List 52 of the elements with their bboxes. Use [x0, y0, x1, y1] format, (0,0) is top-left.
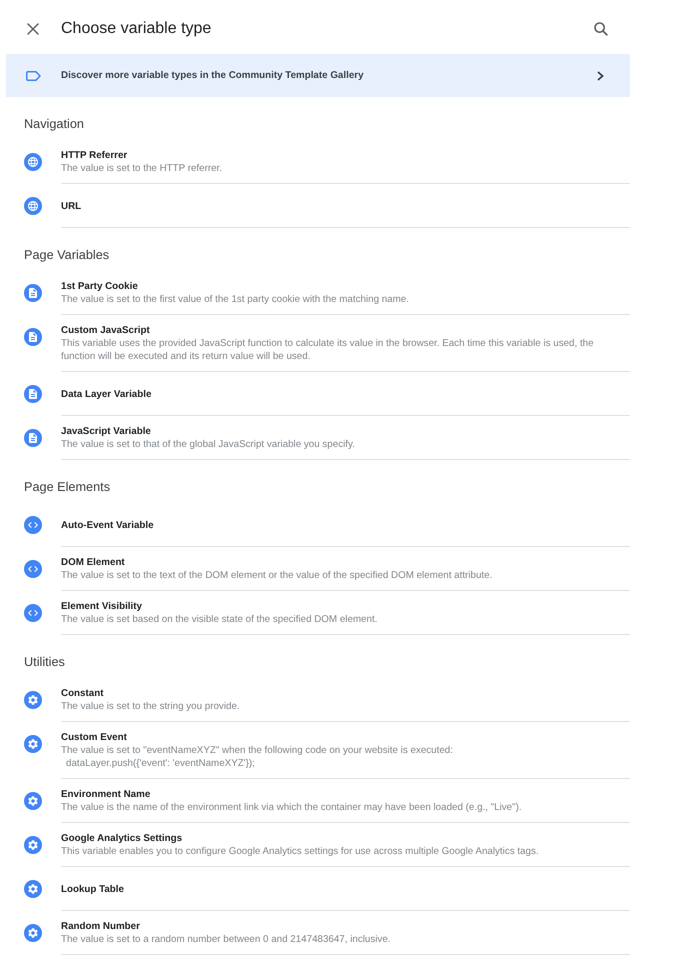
section-heading: Utilities	[24, 654, 66, 671]
variable-type-title[interactable]: Random Number	[61, 920, 140, 933]
variable-type-title[interactable]: Auto-Event Variable	[61, 518, 154, 532]
code-snippet: dataLayer.push({'event': 'eventNameXYZ'});	[65, 757, 255, 770]
section-heading: Page Elements	[24, 479, 112, 496]
variable-type-title[interactable]: HTTP Referrer	[61, 149, 128, 162]
gear-icon	[24, 836, 42, 854]
variable-type-title[interactable]: Constant	[61, 687, 104, 700]
variable-type-description: The value is set to the string you provide.	[61, 700, 240, 713]
variable-type-title[interactable]: Lookup Table	[61, 882, 124, 896]
chevron-right-icon	[597, 70, 604, 80]
label-icon	[26, 70, 41, 80]
variable-type-description: The value is set based on the visible state of the specified DOM element.	[61, 613, 378, 626]
variable-type-description: This variable enables you to configure Google Analytics settings for use across multiple Google Analytics tags.	[61, 845, 539, 858]
variable-type-title[interactable]: Element Visibility	[61, 600, 142, 613]
variable-type-description: The value is set to the HTTP referrer.	[61, 162, 222, 175]
variable-type-title[interactable]: Custom Event	[61, 731, 127, 744]
gear-icon	[24, 924, 42, 942]
dialog-title: Choose variable type	[61, 19, 212, 39]
gear-icon	[24, 735, 42, 753]
variable-type-description: The value is set to the text of the DOM element or the value of the specified DOM element attribute.	[61, 569, 492, 582]
variable-type-description: The value is set to "eventNameXYZ" when the following code on your website is executed:	[61, 744, 453, 757]
variable-type-title[interactable]: Data Layer Variable	[61, 388, 152, 400]
variable-type-description: The value is the name of the environment link via which the container may have been loaded (e.g., "Live").	[61, 801, 522, 814]
gear-icon	[24, 880, 42, 898]
variable-type-description: This variable uses the provided JavaScript function to calculate its value in the browser. Each time this variable is used, the function will be executed and its return value will be used.	[61, 337, 595, 363]
variable-type-title[interactable]: JavaScript Variable	[61, 425, 151, 438]
section-heading: Navigation	[24, 116, 85, 133]
variable-type-title[interactable]: Custom JavaScript	[61, 324, 150, 337]
code-icon	[24, 604, 42, 622]
search-icon[interactable]	[594, 22, 608, 36]
globe-icon	[24, 197, 42, 215]
globe-icon	[24, 153, 42, 171]
close-icon[interactable]	[27, 23, 39, 35]
variable-type-title[interactable]: DOM Element	[61, 556, 125, 569]
variable-type-description: The value is set to the first value of the 1st party cookie with the matching name.	[61, 293, 409, 306]
variable-type-title[interactable]: URL	[61, 200, 82, 212]
variable-type-title[interactable]: Environment Name	[61, 788, 150, 801]
code-icon	[24, 560, 42, 578]
gear-icon	[24, 691, 42, 709]
gear-icon	[24, 792, 42, 810]
code-icon	[24, 516, 42, 534]
document-icon	[24, 328, 42, 346]
document-icon	[24, 385, 42, 403]
variable-type-description: The value is set to a random number between 0 and 2147483647, inclusive.	[61, 933, 390, 946]
template-gallery-banner[interactable]: Discover more variable types in the Community Template Gallery	[6, 54, 630, 97]
section-heading: Page Variables	[24, 247, 110, 264]
variable-type-description: The value is set to that of the global JavaScript variable you specify.	[61, 438, 355, 451]
document-icon	[24, 429, 42, 447]
variable-type-title[interactable]: 1st Party Cookie	[61, 280, 138, 293]
variable-type-title[interactable]: Google Analytics Settings	[61, 832, 182, 845]
document-icon	[24, 284, 42, 302]
